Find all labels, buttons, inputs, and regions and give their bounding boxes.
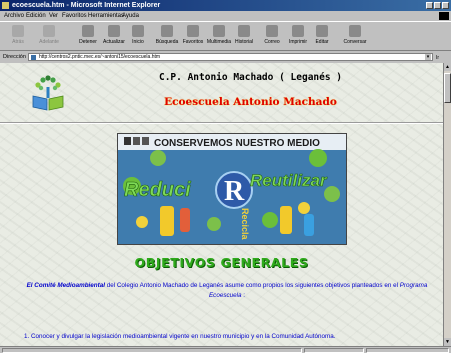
- favorites-label: Favoritos: [182, 39, 204, 45]
- objectives-title: OBJETIVOS GENERALES: [134, 255, 309, 270]
- status-zone-area: [366, 348, 449, 353]
- multimedia-button[interactable]: Multimedia: [205, 24, 233, 50]
- menu-herramientas[interactable]: Herramientas: [88, 11, 124, 21]
- status-bar: [0, 346, 451, 353]
- intro-paragraph: El Comité Medioambiental del Colegio Ant…: [14, 281, 440, 300]
- history-label: Historial: [234, 39, 254, 45]
- mail-button[interactable]: Correo: [258, 24, 286, 50]
- print-tools-icon: [124, 137, 149, 145]
- address-label: Dirección: [3, 54, 26, 60]
- page-favicon-icon: [31, 55, 36, 60]
- browser-window: ecoescuela.htm - Microsoft Internet Expl…: [0, 0, 451, 353]
- status-progress-area: [304, 348, 364, 353]
- edit-label: Editar: [315, 39, 329, 45]
- address-url: http://centros2.pntic.mec.es/~antoni15/e…: [39, 54, 161, 60]
- menu-ayuda[interactable]: Ayuda: [122, 11, 139, 21]
- history-icon: [238, 25, 250, 37]
- maximize-button[interactable]: [434, 2, 441, 9]
- address-input[interactable]: http://centros2.pntic.mec.es/~antoni15/e…: [28, 53, 433, 61]
- print-icon: [292, 25, 304, 37]
- close-button[interactable]: [442, 2, 449, 9]
- search-label: Búsqueda: [155, 39, 179, 45]
- throbber-logo-icon: [439, 12, 449, 20]
- discuss-label: Conversar: [343, 39, 367, 45]
- forward-button[interactable]: Adelante: [35, 24, 63, 50]
- home-icon: [132, 25, 144, 37]
- discuss-icon: [349, 25, 361, 37]
- print-label: Imprimir: [288, 39, 308, 45]
- mural-top-text: CONSERVEMOS NUESTRO MEDIO: [154, 138, 320, 149]
- ecoescuela-logo: [32, 75, 64, 111]
- scroll-down-icon[interactable]: ▼: [444, 338, 451, 346]
- multimedia-icon: [213, 25, 225, 37]
- minimize-button[interactable]: [426, 2, 433, 9]
- refresh-label: Actualizar: [103, 39, 125, 45]
- scroll-thumb[interactable]: [444, 73, 451, 103]
- document-icon: [2, 2, 9, 9]
- standard-toolbar: Atrás Adelante Detener Actualizar Inicio…: [0, 21, 451, 51]
- title-bar[interactable]: ecoescuela.htm - Microsoft Internet Expl…: [0, 0, 451, 11]
- menu-ver[interactable]: Ver: [49, 11, 58, 21]
- mail-label: Correo: [264, 39, 280, 45]
- page-header: C.P. Antonio Machado ( Leganés ) Ecoescu…: [82, 68, 419, 118]
- menu-bar: Archivo Edición Ver Favoritos Herramient…: [0, 11, 451, 21]
- mural-vertical-word: Recicla: [240, 208, 250, 241]
- multimedia-label: Multimedia: [206, 39, 232, 45]
- address-bar: Dirección http://centros2.pntic.mec.es/~…: [0, 52, 451, 62]
- forward-arrow-icon: [43, 25, 55, 37]
- mural-right-word: Reutilizar: [250, 171, 328, 190]
- discuss-button[interactable]: Conversar: [338, 24, 372, 50]
- intro-text-1: del Colegio Antonio Machado de Leganés a…: [104, 282, 400, 289]
- menu-favoritos[interactable]: Favoritos: [62, 11, 87, 21]
- intro-text-2: :: [241, 291, 246, 299]
- scroll-up-icon[interactable]: ▲: [444, 63, 451, 71]
- back-label: Atrás: [12, 39, 24, 45]
- window-title: ecoescuela.htm - Microsoft Internet Expl…: [12, 2, 161, 9]
- menu-archivo[interactable]: Archivo: [4, 11, 24, 21]
- open-book-icon: [32, 95, 64, 111]
- forward-label: Adelante: [39, 39, 59, 45]
- stop-label: Detener: [79, 39, 97, 45]
- mural-left-word: Reduci: [124, 179, 191, 201]
- horizontal-rule: [0, 122, 443, 124]
- home-button[interactable]: Inicio: [124, 24, 152, 50]
- menu-edicion[interactable]: Edición: [26, 11, 46, 21]
- vertical-scrollbar[interactable]: ▲ ▼: [443, 63, 451, 346]
- mural-graphic: CONSERVEMOS NUESTRO MEDIO Reduci R Reuti…: [118, 134, 346, 244]
- page-content: C.P. Antonio Machado ( Leganés ) Ecoescu…: [0, 63, 443, 346]
- home-label: Inicio: [132, 39, 144, 45]
- tree-icon: [35, 75, 61, 98]
- back-button[interactable]: Atrás: [4, 24, 32, 50]
- stop-icon: [82, 25, 94, 37]
- search-button[interactable]: Búsqueda: [153, 24, 181, 50]
- chevron-down-icon[interactable]: ▾: [425, 54, 431, 60]
- recycling-mural-image: CONSERVEMOS NUESTRO MEDIO Reduci R Reuti…: [117, 133, 347, 245]
- search-icon: [161, 25, 173, 37]
- favorites-button[interactable]: Favoritos: [179, 24, 207, 50]
- history-button[interactable]: Historial: [230, 24, 258, 50]
- status-text-area: [2, 348, 302, 353]
- stop-button[interactable]: Detener: [74, 24, 102, 50]
- committee-name: El Comité Medioambiental: [26, 282, 105, 289]
- school-name: C.P. Antonio Machado ( Leganés ): [158, 72, 343, 83]
- objective-item: 1. Conocer y divulgar la legislación med…: [24, 333, 336, 340]
- ecoescuela-title: Ecoescuela Antonio Machado: [164, 96, 337, 108]
- edit-button[interactable]: Editar: [308, 24, 336, 50]
- back-arrow-icon: [12, 25, 24, 37]
- favorites-icon: [187, 25, 199, 37]
- edit-icon: [316, 25, 328, 37]
- mural-center-letter: R: [224, 176, 245, 207]
- go-button[interactable]: Ir: [436, 53, 439, 63]
- mail-icon: [266, 25, 278, 37]
- refresh-icon: [108, 25, 120, 37]
